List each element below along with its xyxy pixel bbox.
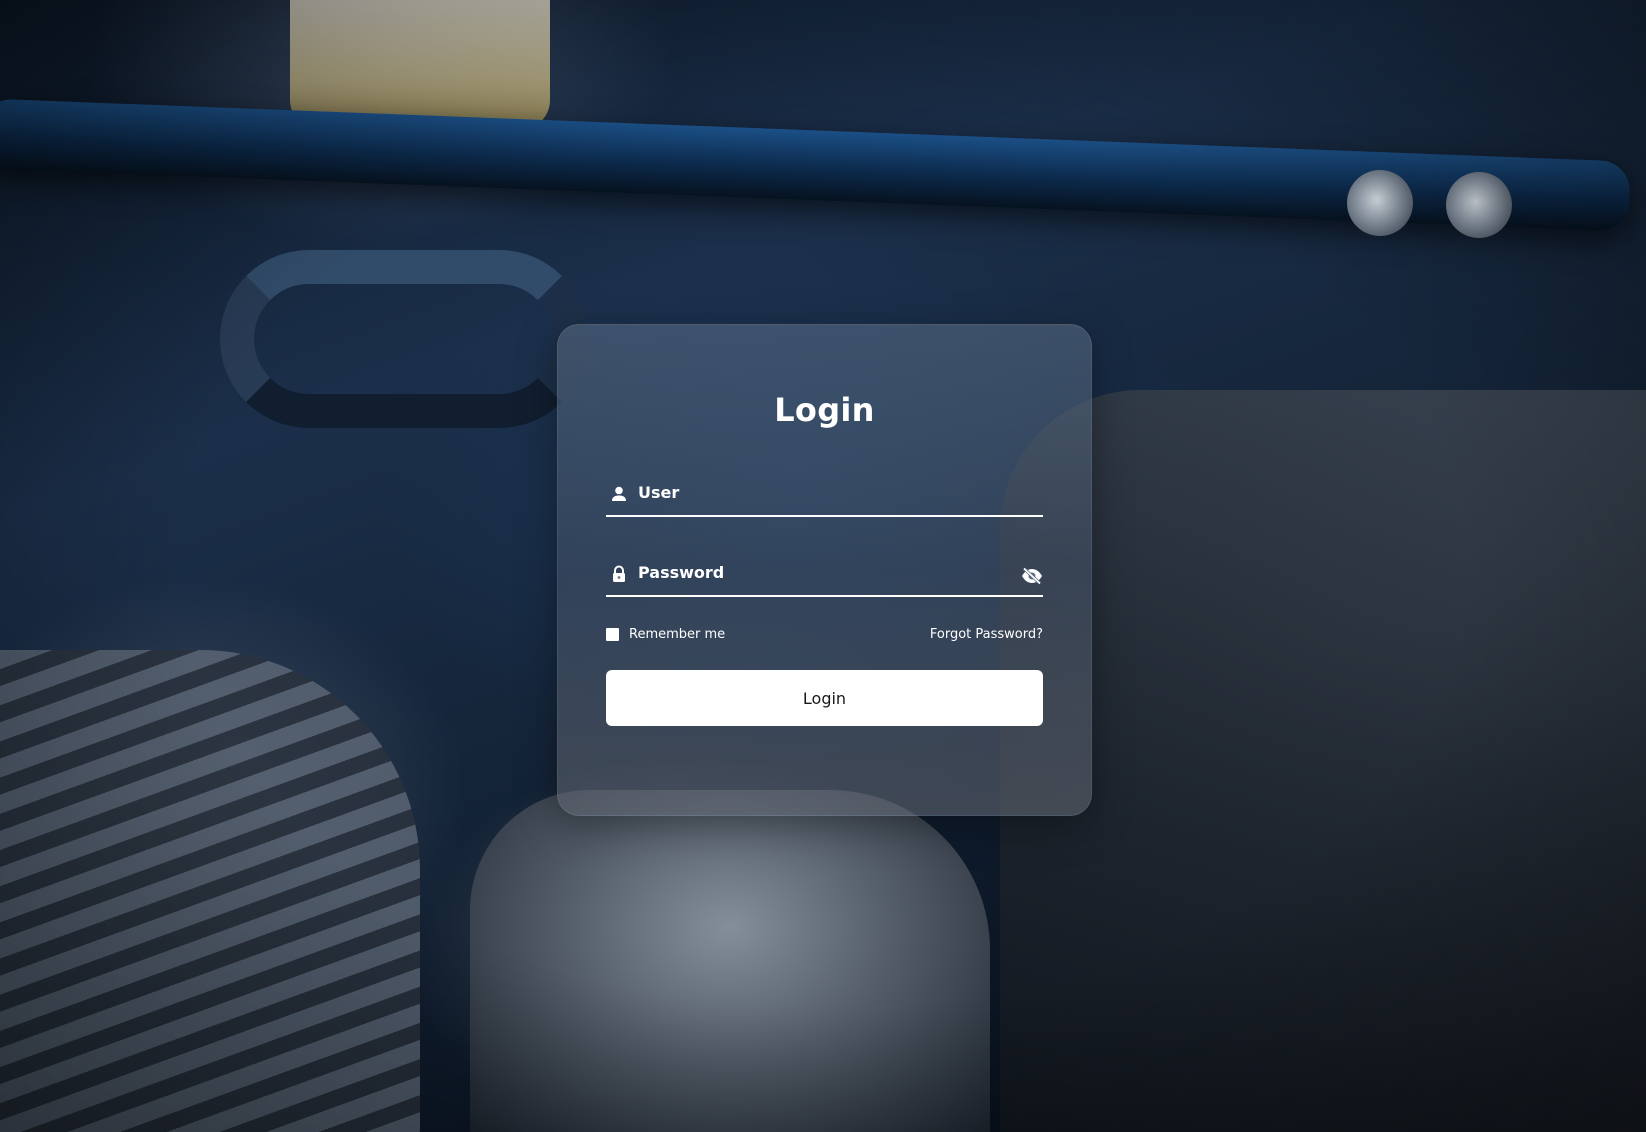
login-page: Login User Password Remember me Forgot P… xyxy=(0,0,1646,1132)
login-title: Login xyxy=(774,391,875,429)
remember-me-label[interactable]: Remember me xyxy=(629,627,725,642)
password-field-label: Password xyxy=(638,563,725,582)
user-field[interactable]: User xyxy=(606,475,1043,517)
login-card: Login User Password Remember me Forgot P… xyxy=(557,324,1092,816)
lock-icon xyxy=(613,565,625,582)
user-icon xyxy=(612,486,626,501)
forgot-password-link[interactable]: Forgot Password? xyxy=(930,627,1043,642)
remember-me-checkbox[interactable] xyxy=(606,628,619,641)
eye-off-icon[interactable] xyxy=(1021,567,1043,585)
password-field[interactable]: Password xyxy=(606,555,1043,597)
remember-me: Remember me xyxy=(606,627,725,642)
login-button[interactable]: Login xyxy=(606,670,1043,726)
user-field-label: User xyxy=(638,483,680,502)
